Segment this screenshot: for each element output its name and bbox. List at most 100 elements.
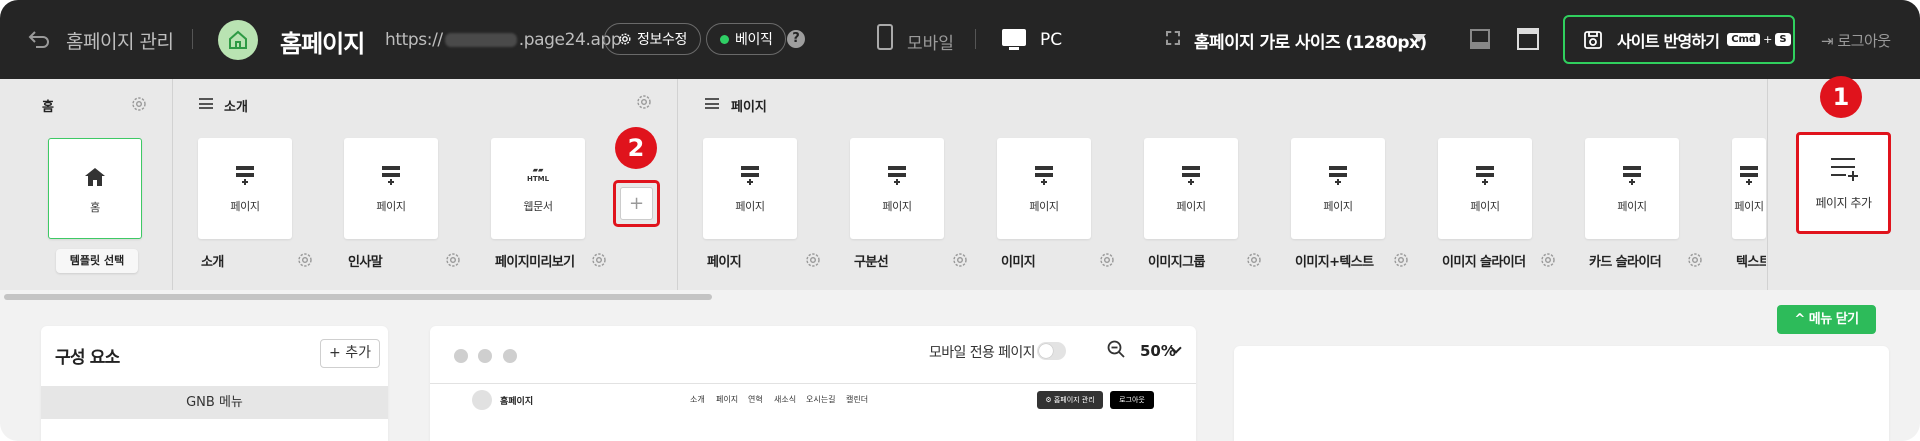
menu-name[interactable]: 카드 슬라이더 — [1589, 251, 1662, 270]
monitor-icon[interactable] — [1002, 29, 1026, 50]
add-submenu-highlight[interactable]: + — [613, 180, 660, 227]
menu-card-page[interactable]: 페이지 — [1585, 138, 1679, 239]
preview-avatar — [472, 390, 492, 410]
menu-card-home[interactable]: 홈 — [48, 138, 142, 239]
page-block-icon — [741, 166, 759, 185]
gear-icon[interactable] — [445, 252, 461, 268]
divider — [192, 29, 193, 49]
menu-card-page[interactable]: 페이지 — [850, 138, 944, 239]
preview-manage-button[interactable]: ⚙ 홈페이지 관리 — [1037, 391, 1103, 409]
menu-card-greeting[interactable]: 페이지 — [344, 138, 438, 239]
template-select-button[interactable]: 템플릿 선택 — [56, 249, 138, 273]
gear-icon[interactable] — [805, 252, 821, 268]
divider — [975, 29, 976, 49]
page-block-icon — [382, 166, 400, 185]
gear-icon[interactable] — [131, 96, 147, 112]
page-block-icon — [1035, 166, 1053, 185]
close-menu-button[interactable]: ^ 메뉴 닫기 — [1777, 305, 1876, 334]
preview-logout-button[interactable]: 로그아웃 — [1110, 391, 1154, 409]
properties-panel — [1234, 346, 1889, 441]
logout-link[interactable]: ⇥ 로그아웃 — [1821, 30, 1891, 51]
plan-badge[interactable]: 베이직 — [706, 23, 787, 55]
component-item-gnb[interactable]: GNB 메뉴 — [41, 386, 388, 419]
zoom-level-select[interactable]: 50% — [1140, 342, 1176, 360]
menu-icon[interactable] — [705, 98, 719, 109]
list-add-icon — [1830, 158, 1858, 181]
menu-name[interactable]: 구분선 — [854, 251, 889, 270]
menu-card-page[interactable]: 페이지 — [1438, 138, 1532, 239]
gear-icon[interactable] — [1246, 252, 1262, 268]
page-block-icon — [888, 166, 906, 185]
url-blurred — [444, 33, 517, 47]
menu-name[interactable]: 이미지+텍스트 — [1295, 251, 1374, 270]
preview-nav-item[interactable]: 연혁 — [748, 394, 763, 405]
html-doc-icon: ▰▰ HTML — [526, 166, 550, 183]
page-block-icon — [236, 166, 254, 185]
menu-card-webdoc[interactable]: ▰▰ HTML 웹문서 — [491, 138, 585, 239]
preview-nav-item[interactable]: 캘린더 — [846, 394, 868, 405]
help-icon[interactable]: ? — [787, 30, 805, 48]
scrollbar-thumb[interactable] — [4, 294, 712, 300]
status-dot-icon — [720, 34, 729, 44]
mobile-only-toggle[interactable] — [1037, 342, 1066, 360]
apply-site-button[interactable]: 사이트 반영하기 Cmd + S — [1563, 15, 1795, 64]
add-page-button[interactable]: 페이지 추가 — [1796, 132, 1891, 234]
width-size-select[interactable]: 홈페이지 가로 사이즈 (1280px) — [1194, 28, 1427, 53]
gear-icon[interactable] — [591, 252, 607, 268]
site-logo-home-icon — [218, 20, 258, 60]
divider — [172, 79, 173, 290]
layout-top-panel-icon[interactable] — [1517, 28, 1539, 50]
add-submenu-button[interactable]: + — [620, 187, 653, 220]
section-label-home: 홈 — [42, 100, 54, 115]
step-badge-1: 1 — [1820, 76, 1862, 118]
menu-icon[interactable] — [199, 98, 213, 109]
page-block-icon — [1182, 166, 1200, 185]
menu-name[interactable]: 이미지 — [1001, 251, 1036, 270]
menu-name[interactable]: 인사말 — [348, 251, 383, 270]
preview-nav-item[interactable]: 새소식 — [774, 394, 796, 405]
preview-site-title: 홈페이지 — [500, 397, 534, 407]
gear-icon[interactable] — [1687, 252, 1703, 268]
homepage-manage-link[interactable]: 홈페이지 관리 — [66, 27, 174, 54]
gear-icon[interactable] — [1540, 252, 1556, 268]
site-title: 홈페이지 — [280, 30, 365, 58]
top-bar: 홈페이지 관리 홈페이지 https://.page24.app 정보수정 베이… — [0, 0, 1920, 79]
divider — [430, 383, 1196, 384]
gear-icon[interactable] — [952, 252, 968, 268]
mobile-view-toggle[interactable]: 모바일 — [907, 29, 954, 54]
back-icon[interactable] — [26, 26, 52, 52]
window-dot-icon — [503, 349, 517, 363]
layout-bottom-panel-icon[interactable] — [1470, 29, 1490, 49]
gear-icon[interactable] — [636, 94, 652, 110]
menu-card-page[interactable]: 페이지 — [1291, 138, 1385, 239]
menu-card-intro[interactable]: 페이지 — [198, 138, 292, 239]
preview-nav-item[interactable]: 오시는길 — [806, 394, 835, 405]
mobile-icon[interactable] — [877, 24, 893, 50]
menu-card-page[interactable]: 페이지 — [703, 138, 797, 239]
menu-name[interactable]: 이미지 슬라이더 — [1442, 251, 1526, 270]
preview-nav-item[interactable]: 페이지 — [716, 394, 738, 405]
menu-name[interactable]: 소개 — [201, 251, 224, 270]
preview-nav-item[interactable]: 소개 — [690, 394, 705, 405]
gear-icon[interactable] — [1099, 252, 1115, 268]
menu-name[interactable]: 텍스트 — [1736, 251, 1766, 270]
zoom-out-icon[interactable] — [1107, 340, 1125, 358]
chevron-down-icon[interactable] — [1412, 34, 1426, 42]
gear-icon[interactable] — [1393, 252, 1409, 268]
menu-name[interactable]: 이미지그룹 — [1148, 251, 1205, 270]
menu-card-page[interactable]: 페이지 — [997, 138, 1091, 239]
menu-card-page[interactable]: 페이지 — [1732, 138, 1766, 239]
menu-name[interactable]: 페이지미리보기 — [495, 251, 575, 270]
menu-card-page[interactable]: 페이지 — [1144, 138, 1238, 239]
components-title: 구성 요소 — [55, 348, 120, 368]
edit-info-button[interactable]: 정보수정 — [604, 23, 701, 55]
home-icon — [85, 168, 105, 186]
add-component-button[interactable]: + 추가 — [320, 339, 380, 368]
save-icon — [1584, 30, 1602, 49]
gear-icon — [619, 33, 631, 45]
menu-name[interactable]: 페이지 — [707, 251, 742, 270]
gear-icon[interactable] — [297, 252, 313, 268]
site-url[interactable]: https://.page24.app — [385, 30, 622, 50]
pc-view-toggle[interactable]: PC — [1040, 30, 1062, 50]
window-dot-icon — [478, 349, 492, 363]
